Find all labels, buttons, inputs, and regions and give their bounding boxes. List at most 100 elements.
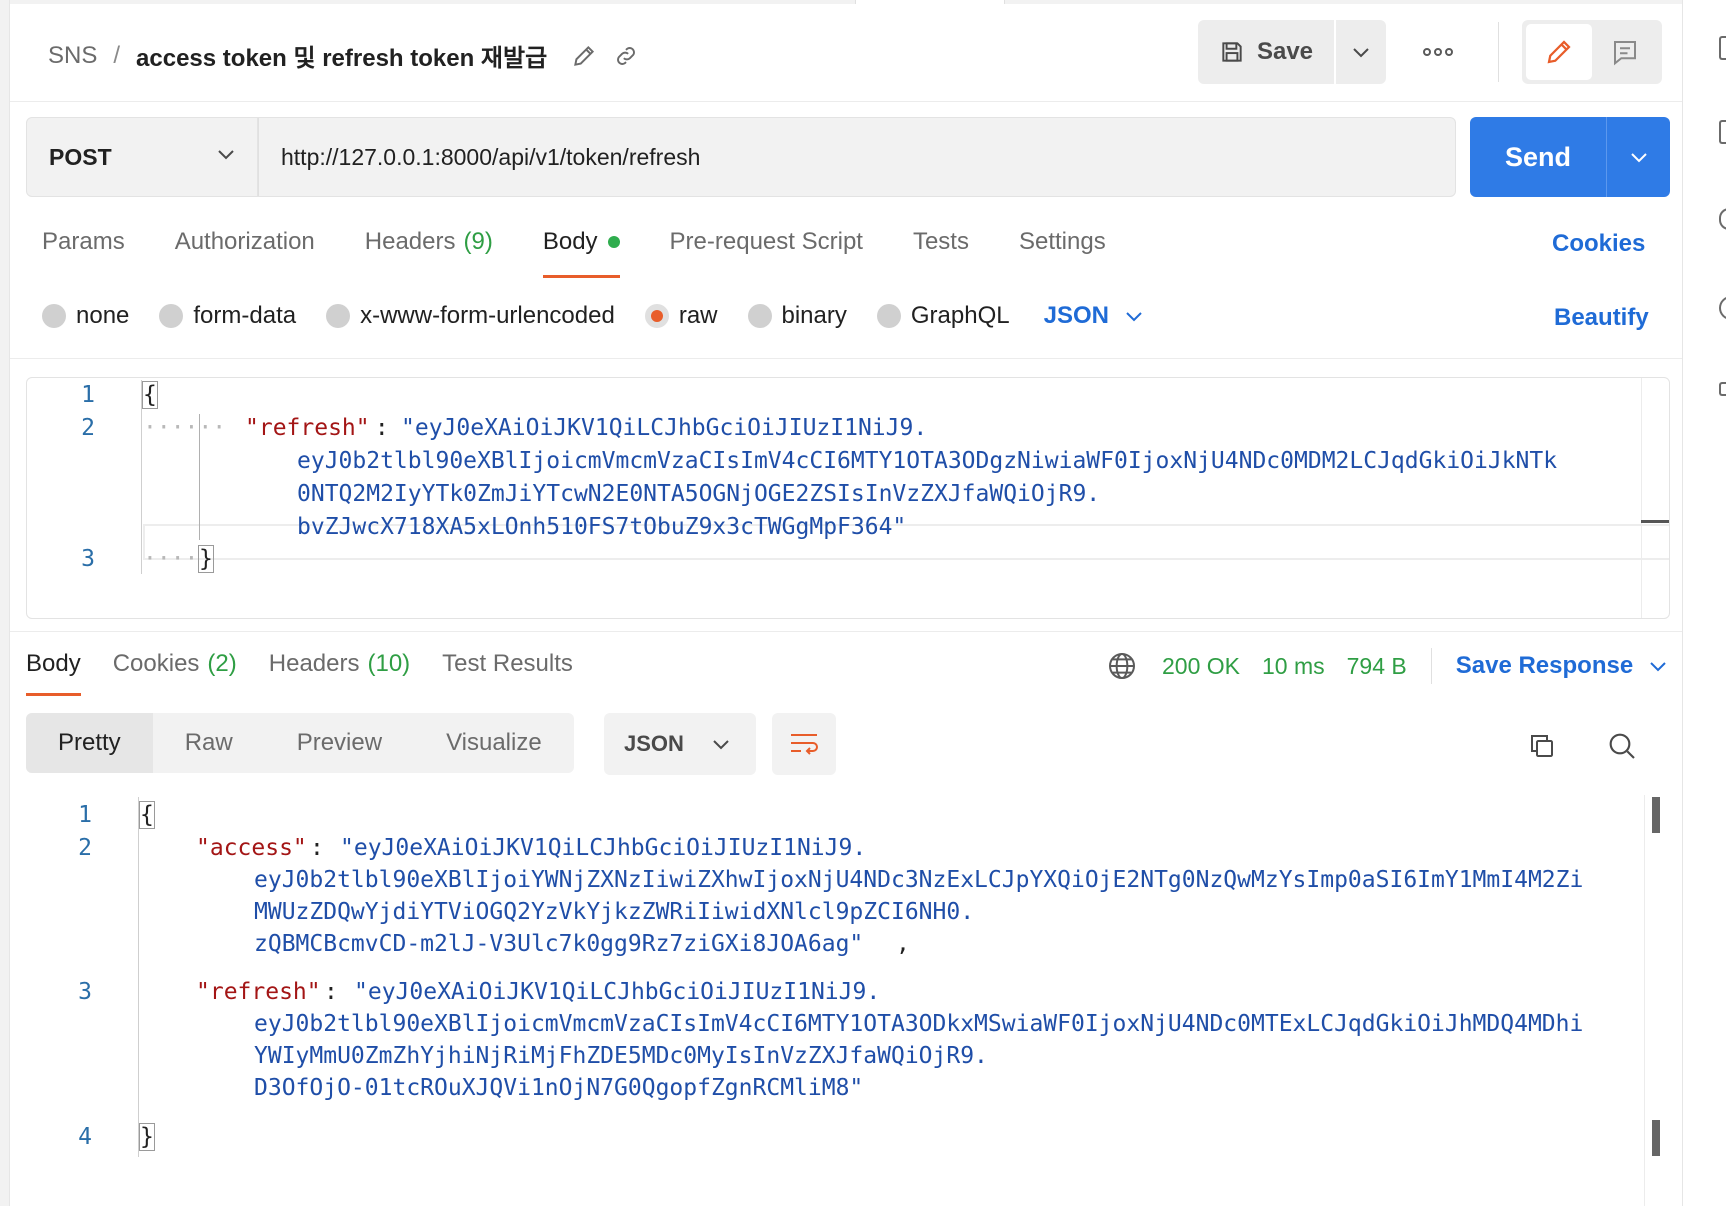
copy-button[interactable] (1522, 726, 1562, 766)
scrollbar-marker[interactable] (1652, 797, 1660, 833)
status-code[interactable]: 200 OK (1162, 653, 1240, 680)
more-options-button[interactable] (1414, 34, 1462, 70)
json-colon: : (310, 835, 338, 861)
breadcrumb: SNS / access token 및 refresh token 재발급 (48, 38, 639, 73)
json-key-refresh: "refresh" (196, 979, 321, 1005)
line-number: 3 (81, 546, 95, 572)
beautify-link[interactable]: Beautify (1554, 304, 1649, 332)
json-close-brace: } (198, 545, 214, 573)
breadcrumb-collection[interactable]: SNS (48, 42, 97, 70)
tab-pre-request-script[interactable]: Pre-request Script (670, 228, 863, 278)
response-format-select[interactable]: JSON (604, 713, 756, 775)
method-select[interactable]: POST (26, 117, 258, 197)
chevron-down-icon (1353, 48, 1369, 58)
radio-label: none (76, 302, 130, 329)
radio-circle-selected (644, 304, 669, 328)
search-button[interactable] (1602, 726, 1642, 766)
radio-form-data[interactable]: form-data (159, 302, 296, 330)
edit-mode-button[interactable] (1526, 24, 1592, 80)
tab-headers[interactable]: Headers (9) (365, 228, 493, 278)
tab-tests[interactable]: Tests (913, 228, 969, 278)
related-icon[interactable] (1719, 382, 1726, 396)
info-icon[interactable] (1719, 296, 1726, 320)
response-time[interactable]: 10 ms (1262, 653, 1325, 680)
response-size[interactable]: 794 B (1347, 653, 1407, 680)
body-format-select[interactable]: JSON (1044, 302, 1143, 330)
tab-authorization[interactable]: Authorization (175, 228, 315, 278)
response-divider (10, 631, 1682, 632)
save-options-button[interactable] (1334, 20, 1386, 84)
resp-tab-headers[interactable]: Headers (10) (269, 650, 410, 696)
tab-body[interactable]: Body (542, 228, 620, 278)
resp-tab-cookies[interactable]: Cookies (2) (113, 650, 237, 696)
tab-label: Headers (364, 228, 456, 255)
request-title[interactable]: access token 및 refresh token 재발급 (136, 38, 547, 73)
pencil-icon (1547, 40, 1571, 64)
json-colon: : (324, 979, 352, 1005)
body-format-label: JSON (1043, 302, 1109, 329)
documentation-mode-button[interactable] (1592, 24, 1658, 80)
scrollbar-marker[interactable] (1652, 1120, 1660, 1156)
view-visualize[interactable]: Visualize (414, 713, 574, 773)
request-tabs: Params Authorization Headers (9) Body Pre… (42, 228, 1106, 278)
json-string: D3OfOjO-01tcROuXJQVi1nOjN7G0QgopfZgnRCMl… (254, 1075, 864, 1101)
resp-tab-body[interactable]: Body (26, 650, 81, 696)
code-icon[interactable] (1719, 208, 1726, 230)
radio-label: x-www-form-urlencoded (360, 302, 615, 329)
header-divider (1498, 22, 1499, 82)
radio-x-www-form-urlencoded[interactable]: x-www-form-urlencoded (326, 302, 615, 330)
method-label: POST (49, 143, 112, 170)
tab-label: Authorization (174, 228, 315, 255)
globe-icon[interactable] (1106, 650, 1138, 682)
cookies-link[interactable]: Cookies (1552, 230, 1645, 258)
json-string: eyJ0b2tlbl90eXBlIjoiYWNjZXNzIiwiZXhwIjox… (254, 867, 1584, 893)
wrap-lines-button[interactable] (772, 713, 836, 775)
chevron-down-icon (218, 150, 234, 160)
json-string: "eyJ0eXAiOiJKV1QiLCJhbGciOiJIUzI1NiJ9. (354, 979, 881, 1005)
response-scroll-gutter (1644, 795, 1645, 1206)
response-format-label: JSON (624, 731, 684, 756)
radio-raw[interactable]: raw (644, 302, 718, 330)
view-preview[interactable]: Preview (265, 713, 414, 773)
tab-label: Tests (912, 228, 969, 255)
view-pretty[interactable]: Pretty (26, 713, 153, 773)
comments-icon[interactable] (1719, 120, 1726, 144)
body-set-indicator (607, 236, 620, 248)
request-body-editor[interactable]: 1 2 3 { ······ "refresh" : "eyJ0eXAiOiJK… (26, 377, 1670, 619)
send-options-button[interactable] (1606, 117, 1670, 197)
response-body-viewer[interactable]: 1 2 3 4 { "access" : "eyJ0eXAiOiJKV1QiLC… (26, 795, 1656, 1206)
line-number: 1 (81, 382, 95, 408)
pencil-icon[interactable] (571, 43, 597, 69)
json-colon: : (361, 415, 403, 441)
tab-label: Body (26, 650, 81, 677)
documentation-icon[interactable] (1719, 36, 1726, 60)
chevron-down-icon (1126, 312, 1142, 322)
radio-label: GraphQL (910, 302, 1010, 329)
url-input[interactable]: http://127.0.0.1:8000/api/v1/token/refre… (258, 117, 1456, 197)
json-string: 0NTQ2M2IyYTk0ZmJiYTcwN2E0NTA5OGNjOGE2ZSI… (297, 481, 1101, 507)
line-number: 1 (78, 802, 92, 828)
radio-none[interactable]: none (42, 302, 129, 330)
resp-tab-test-results[interactable]: Test Results (442, 650, 573, 696)
url-bar: POST http://127.0.0.1:8000/api/v1/token/… (26, 117, 1670, 197)
view-raw[interactable]: Raw (153, 713, 265, 773)
save-response-button[interactable]: Save Response (1456, 652, 1667, 680)
link-icon[interactable] (613, 43, 639, 69)
json-open-brace: { (139, 801, 155, 829)
json-string: MWUzZDQwYjdiYTViOGQ2YzVkYjkzZWRiIiwidXNl… (254, 899, 975, 925)
radio-binary[interactable]: binary (747, 302, 847, 330)
radio-graphql[interactable]: GraphQL (876, 302, 1010, 330)
tab-count: (10) (367, 650, 411, 677)
save-button[interactable]: Save (1198, 20, 1334, 84)
line-number: 3 (78, 979, 92, 1005)
tab-settings[interactable]: Settings (1019, 228, 1106, 278)
left-sidebar-edge (0, 0, 10, 1206)
tab-params[interactable]: Params (42, 228, 125, 278)
radio-label: binary (781, 302, 847, 329)
whitespace-dots: ···· (143, 546, 199, 572)
send-button[interactable]: Send (1470, 117, 1606, 197)
wrap-lines-icon (791, 734, 818, 755)
radio-circle (42, 304, 66, 328)
comment-icon (1614, 41, 1636, 66)
section-divider (10, 358, 1682, 359)
